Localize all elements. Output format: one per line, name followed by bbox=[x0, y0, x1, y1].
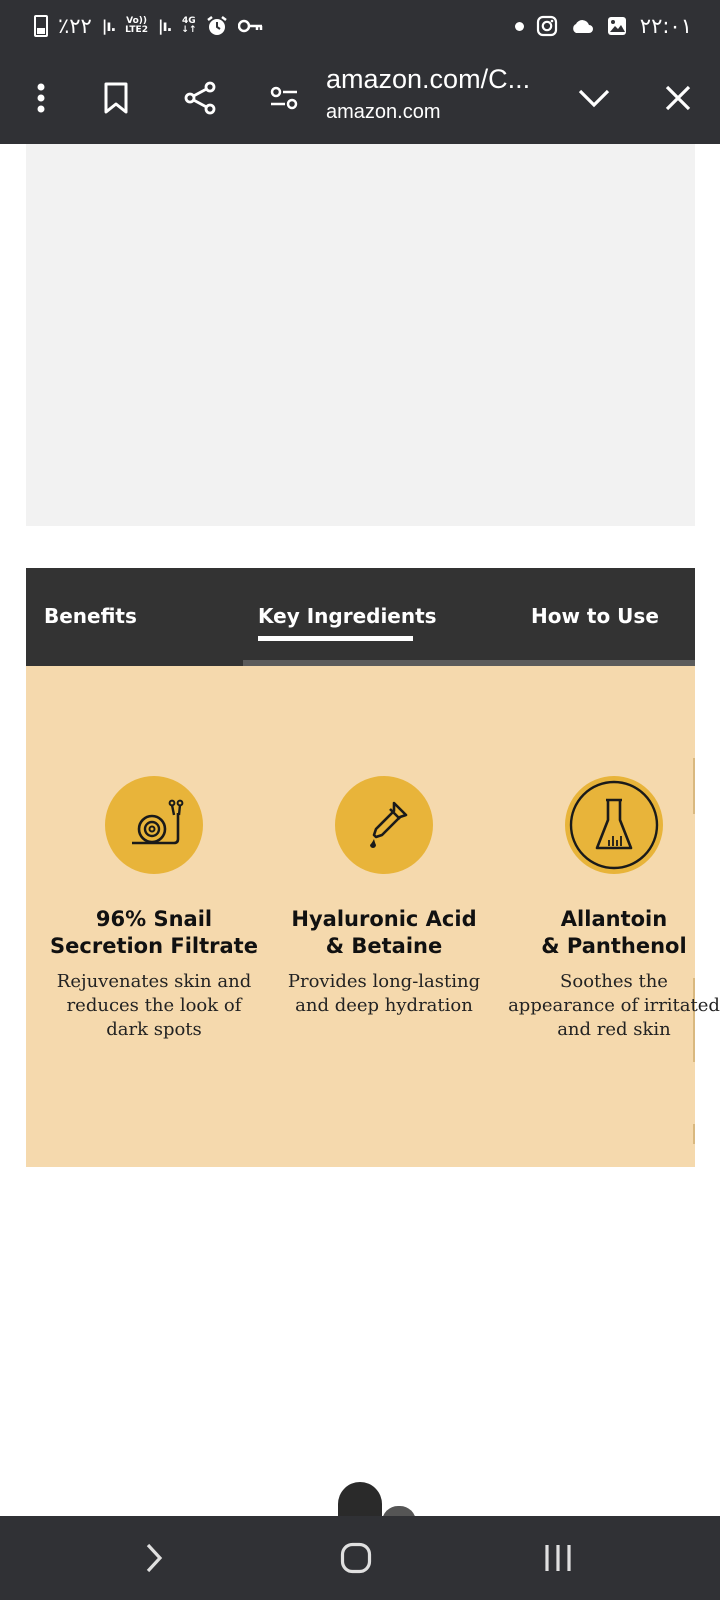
url-display[interactable]: amazon.com/C... amazon.com bbox=[326, 64, 556, 124]
status-bar: ٪۲۲ |ı. Vo)) LTE2 |ı. 4G ↓↑ ۲۲:۰۱ bbox=[0, 0, 720, 52]
browser-toolbar: amazon.com/C... amazon.com bbox=[0, 52, 720, 144]
alarm-icon bbox=[207, 16, 228, 35]
volte-indicator: Vo)) LTE2 bbox=[125, 16, 148, 35]
ingredient-description: Soothes the appearance of irritated and … bbox=[508, 971, 720, 1040]
share-button[interactable] bbox=[176, 74, 224, 122]
signal-icon: |ı. bbox=[101, 17, 116, 35]
active-tab-indicator bbox=[258, 636, 413, 641]
url-title: amazon.com/C... bbox=[326, 64, 531, 94]
tab-how-to-use[interactable]: How to Use bbox=[531, 604, 659, 628]
site-settings-button[interactable] bbox=[260, 74, 308, 122]
back-button[interactable] bbox=[124, 1534, 184, 1582]
more-options-button[interactable] bbox=[17, 74, 65, 122]
url-domain: amazon.com bbox=[326, 101, 441, 123]
tab-key-ingredients[interactable]: Key Ingredients bbox=[258, 604, 437, 628]
edge-divider bbox=[693, 1124, 695, 1144]
more-vertical-icon bbox=[37, 83, 45, 113]
tab-benefits[interactable]: Benefits bbox=[44, 604, 137, 628]
ingredient-title: Allantoin & Panthenol bbox=[541, 907, 687, 958]
bookmark-button[interactable] bbox=[92, 74, 140, 122]
key-icon bbox=[238, 19, 263, 33]
share-icon bbox=[184, 81, 216, 115]
ingredient-card-allantoin: Allantoin & Panthenol Soothes the appear… bbox=[504, 776, 720, 1042]
notification-dot-icon bbox=[514, 21, 524, 31]
home-icon bbox=[340, 1542, 372, 1574]
ingredient-card-hyaluronic: Hyaluronic Acid & Betaine Provides long-… bbox=[274, 776, 494, 1018]
flask-icon bbox=[565, 776, 663, 874]
expand-button[interactable] bbox=[570, 74, 618, 122]
clock: ۲۲:۰۱ bbox=[639, 14, 692, 38]
product-image-placeholder bbox=[26, 144, 695, 526]
battery-icon bbox=[34, 15, 48, 37]
instagram-icon bbox=[536, 15, 557, 37]
ingredient-card-snail: 96% Snail Secretion Filtrate Rejuvenates… bbox=[44, 776, 264, 1042]
system-navigation-bar bbox=[0, 1516, 720, 1600]
ingredient-tabs: Benefits Key Ingredients How to Use bbox=[26, 568, 695, 666]
close-button[interactable] bbox=[654, 74, 702, 122]
recent-apps-icon bbox=[545, 1545, 571, 1571]
ingredient-description: Rejuvenates skin and reduces the look of… bbox=[56, 971, 252, 1040]
signal-icon-2: |ı. bbox=[157, 17, 172, 35]
status-left-group: ٪۲۲ |ı. Vo)) LTE2 |ı. 4G ↓↑ bbox=[34, 10, 264, 42]
home-button[interactable] bbox=[326, 1534, 386, 1582]
close-icon bbox=[665, 85, 691, 111]
ingredient-title: 96% Snail Secretion Filtrate bbox=[50, 907, 258, 958]
chevron-right-icon bbox=[146, 1543, 163, 1573]
chevron-down-icon bbox=[578, 89, 610, 108]
recent-apps-button[interactable] bbox=[528, 1534, 588, 1582]
cloud-icon bbox=[572, 20, 593, 33]
tune-icon bbox=[270, 86, 298, 110]
network-4g-indicator: 4G ↓↑ bbox=[181, 16, 197, 35]
snail-icon bbox=[105, 776, 203, 874]
gallery-icon bbox=[607, 17, 626, 35]
ingredient-title: Hyaluronic Acid & Betaine bbox=[291, 907, 477, 958]
status-right-group: ۲۲:۰۱ bbox=[514, 10, 692, 42]
battery-percent: ٪۲۲ bbox=[58, 14, 92, 38]
ingredients-panel: 96% Snail Secretion Filtrate Rejuvenates… bbox=[26, 666, 720, 1167]
ingredient-description: Provides long-lasting and deep hydration bbox=[287, 971, 481, 1016]
dropper-icon bbox=[335, 776, 433, 874]
bookmark-icon bbox=[104, 82, 128, 114]
